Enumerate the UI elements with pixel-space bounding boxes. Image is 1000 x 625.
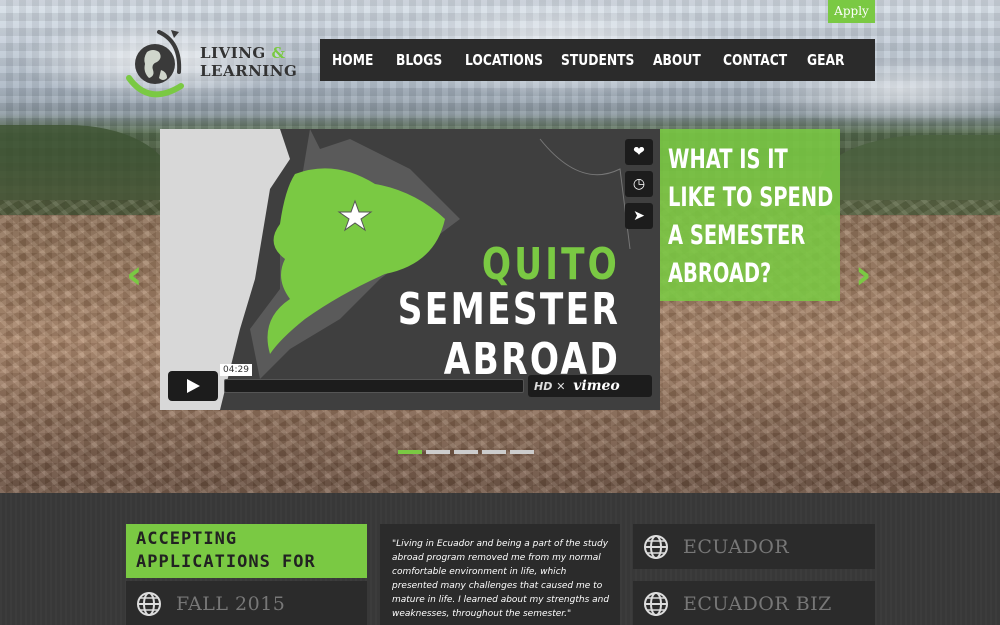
- slider-prev-arrow-icon[interactable]: ‹: [126, 252, 142, 298]
- video-branding: HD ✕ vimeo: [528, 375, 652, 397]
- nav-item-blogs[interactable]: BLOGS: [396, 51, 442, 69]
- nav-item-gear[interactable]: GEAR: [807, 51, 844, 69]
- play-button[interactable]: [168, 371, 218, 401]
- video-timecode: 04:29: [220, 364, 252, 376]
- hd-toggle[interactable]: HD: [534, 380, 552, 393]
- watch-later-clock-icon[interactable]: ◷: [625, 171, 653, 197]
- program-link-ecuador-biz[interactable]: ECUADOR BIZ: [633, 581, 875, 625]
- slider-dot[interactable]: [482, 450, 506, 454]
- video-progress-bar[interactable]: [224, 379, 524, 393]
- slider-next-arrow-icon[interactable]: ›: [855, 252, 871, 298]
- nav-item-home[interactable]: HOME: [332, 51, 373, 69]
- nav-item-about[interactable]: ABOUT: [653, 51, 701, 69]
- apply-button[interactable]: Apply: [828, 0, 875, 23]
- slide-caption: WHAT IS IT LIKE TO SPEND A SEMESTER ABRO…: [660, 129, 840, 301]
- slider-pagination: [398, 450, 534, 454]
- site-logo[interactable]: LIVING & LEARNING: [125, 24, 305, 104]
- video-headline-quito: QUITO: [482, 239, 620, 290]
- nav-item-students[interactable]: STUDENTS: [561, 51, 634, 69]
- globe-icon: [644, 591, 668, 616]
- accepting-applications-banner: ACCEPTING APPLICATIONS FOR: [126, 524, 367, 578]
- fullscreen-icon[interactable]: ✕: [556, 380, 569, 393]
- program-link-ecuador[interactable]: ECUADOR: [633, 524, 875, 569]
- term-link-fall-2015[interactable]: FALL 2015: [126, 581, 367, 625]
- nav-item-contact[interactable]: CONTACT: [723, 51, 787, 69]
- testimonial-text: "Living in Ecuador and being a part of t…: [392, 539, 610, 619]
- globe-icon: [644, 534, 668, 559]
- main-nav: HOME BLOGS LOCATIONS STUDENTS ABOUT CONT…: [320, 39, 875, 81]
- video-player[interactable]: ❤ ◷ ➤ QUITO SEMESTER ABROAD 04:29 HD ✕ vi…: [160, 129, 660, 410]
- like-heart-icon[interactable]: ❤: [625, 139, 653, 165]
- slider-dot[interactable]: [510, 450, 534, 454]
- hillside-left: [0, 125, 170, 215]
- video-controls: 04:29 HD ✕ vimeo: [168, 364, 652, 401]
- globe-logo-icon: [126, 30, 184, 98]
- program-label: ECUADOR: [683, 535, 790, 558]
- globe-icon: [137, 591, 161, 616]
- slider-dot[interactable]: [426, 450, 450, 454]
- program-label: ECUADOR BIZ: [683, 592, 832, 615]
- student-testimonial: "Living in Ecuador and being a part of t…: [380, 524, 620, 625]
- vimeo-logo[interactable]: vimeo: [573, 378, 620, 394]
- share-send-icon[interactable]: ➤: [625, 203, 653, 229]
- logo-wordmark: LIVING & LEARNING: [200, 44, 298, 80]
- video-headline-semester: SEMESTER ABROAD: [397, 284, 620, 385]
- accepting-applications-title: ACCEPTING APPLICATIONS FOR: [136, 529, 316, 572]
- slider-dot[interactable]: [398, 450, 422, 454]
- nav-item-locations[interactable]: LOCATIONS: [465, 51, 543, 69]
- term-label: FALL 2015: [176, 592, 286, 615]
- slider-dot[interactable]: [454, 450, 478, 454]
